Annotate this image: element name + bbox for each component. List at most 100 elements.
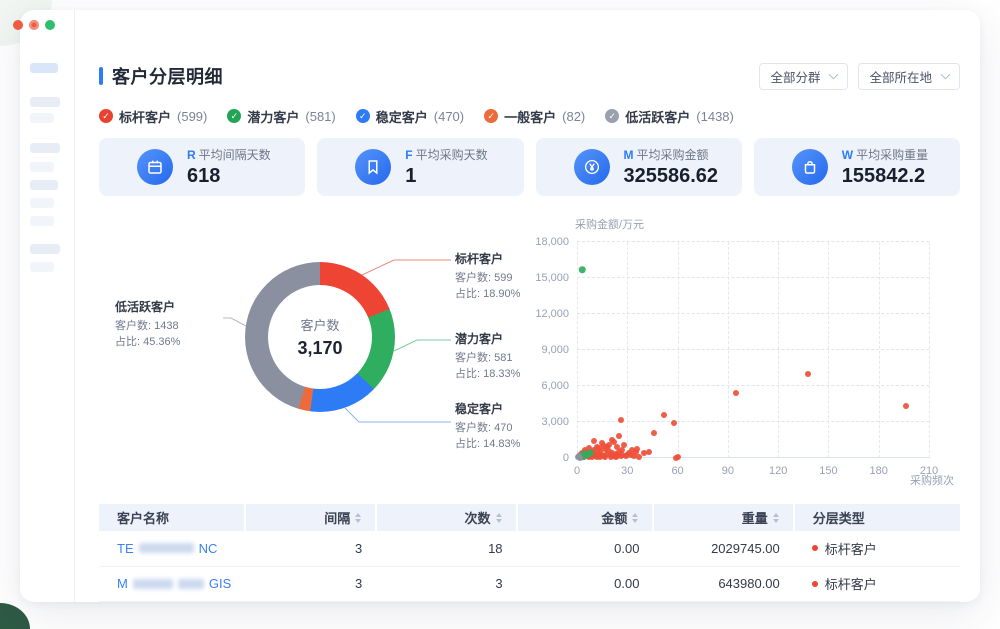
scatter-point xyxy=(651,430,657,436)
column-label: 客户名称 xyxy=(117,508,169,527)
y-axis-tick-label: 6,000 xyxy=(541,380,569,392)
gridline-horizontal xyxy=(577,313,929,314)
customer-table: 客户名称间隔次数金额重量分层类型 TENC3180.002029745.00标杆… xyxy=(99,504,960,602)
segment-type-badge: 标杆客户 xyxy=(812,574,960,593)
stat-value: 618 xyxy=(187,165,271,188)
scatter-point xyxy=(646,449,652,455)
stat-card-m: M平均采购金额325586.62 xyxy=(536,138,742,196)
table-header-3[interactable]: 次数 xyxy=(376,504,516,531)
legend-item-2[interactable]: ✓潜力客户(581) xyxy=(227,107,335,126)
y-axis-tick-label: 12,000 xyxy=(535,308,569,320)
sidebar-skeleton-item xyxy=(30,216,54,226)
sidebar-skeleton-item xyxy=(30,198,54,208)
charts-row: 客户数 3,170 标杆客户 客户数: 599 占比: 18.90% 潜力客户 … xyxy=(99,214,960,494)
x-axis-tick-label: 0 xyxy=(574,465,580,477)
legend-item-4[interactable]: ✓一般客户(82) xyxy=(484,107,585,126)
legend-count: (599) xyxy=(177,109,207,124)
legend-item-3[interactable]: ✓稳定客户(470) xyxy=(356,107,464,126)
stat-value: 155842.2 xyxy=(842,165,928,188)
scatter-y-axis-title: 采购金额/万元 xyxy=(575,216,644,232)
legend-item-1[interactable]: ✓标杆客户(599) xyxy=(99,107,207,126)
sidebar-skeleton-item xyxy=(30,162,54,172)
gridline-vertical xyxy=(828,242,829,458)
window-controls xyxy=(13,20,55,30)
legend-label: 潜力客户 xyxy=(247,107,299,126)
customer-name-text: GIS xyxy=(209,576,231,591)
stat-cards: R平均间隔天数618F平均采购天数1M平均采购金额325586.62W平均采购重… xyxy=(99,138,960,196)
gridline-vertical xyxy=(929,242,930,458)
customer-name-link[interactable]: TENC xyxy=(117,541,245,556)
chevron-down-icon xyxy=(829,70,839,80)
stat-label: R平均间隔天数 xyxy=(187,146,271,163)
gridline-vertical xyxy=(778,242,779,458)
location-filter-select[interactable]: 全部所在地 xyxy=(858,63,960,90)
app-window: 客户分层明细 全部分群 全部所在地 ✓标杆客户(599)✓潜力客户(581)✓稳… xyxy=(20,10,980,602)
stat-label: W平均采购重量 xyxy=(842,146,928,163)
stat-card-r: R平均间隔天数 618 xyxy=(99,138,305,196)
scatter-plot-area[interactable]: 03,0006,0009,00012,00015,00018,000030609… xyxy=(577,242,929,458)
sidebar-skeleton-item xyxy=(30,143,60,153)
scatter-point xyxy=(805,371,811,377)
table-header-6: 分层类型 xyxy=(794,504,960,531)
decor-bottom-left xyxy=(0,603,30,629)
check-circle-icon: ✓ xyxy=(99,109,113,123)
customer-name-link[interactable]: M GIS xyxy=(117,576,245,591)
segment-type-badge: 标杆客户 xyxy=(812,539,960,558)
scatter-point xyxy=(671,420,677,426)
scatter-point xyxy=(579,266,586,273)
gridline-vertical xyxy=(577,242,578,458)
scatter-point xyxy=(733,390,739,396)
title-accent-bar xyxy=(99,67,103,85)
donut-chart: 客户数 3,170 标杆客户 客户数: 599 占比: 18.90% 潜力客户 … xyxy=(99,214,539,494)
interval-cell: 3 xyxy=(245,531,376,566)
scatter-chart: 采购金额/万元 03,0006,0009,00012,00015,00018,0… xyxy=(539,214,960,494)
sort-caret-icon[interactable] xyxy=(632,513,638,523)
check-circle-icon: ✓ xyxy=(356,109,370,123)
gridline-horizontal xyxy=(577,277,929,278)
window-minimize-button[interactable] xyxy=(29,20,39,30)
legend-count: (82) xyxy=(562,109,585,124)
scatter-x-axis-title: 采购频次 xyxy=(910,472,954,488)
gridline-vertical xyxy=(879,242,880,458)
check-circle-icon: ✓ xyxy=(484,109,498,123)
table-header-4[interactable]: 金额 xyxy=(517,504,654,531)
gridline-horizontal xyxy=(577,385,929,386)
filter-bar: 全部分群 全部所在地 xyxy=(759,63,960,90)
sort-caret-icon[interactable] xyxy=(773,513,779,523)
sort-caret-icon[interactable] xyxy=(496,513,502,523)
check-circle-icon: ✓ xyxy=(227,109,241,123)
legend-label: 稳定客户 xyxy=(376,107,428,126)
sort-caret-icon[interactable] xyxy=(355,513,361,523)
column-label: 间隔 xyxy=(324,508,350,527)
y-axis-tick-label: 9,000 xyxy=(541,344,569,356)
gridline-vertical xyxy=(728,242,729,458)
window-zoom-button[interactable] xyxy=(45,20,55,30)
gridline-horizontal xyxy=(577,421,929,422)
column-label: 重量 xyxy=(742,508,768,527)
yen-circle-icon xyxy=(574,149,610,185)
customer-name-text: TE xyxy=(117,541,134,556)
donut-ring[interactable]: 客户数 3,170 xyxy=(245,262,395,412)
table-row: MGIS330.00643980.00标杆客户 xyxy=(99,566,960,601)
gridline-vertical xyxy=(678,242,679,458)
scatter-point xyxy=(621,442,627,448)
sidebar-skeleton-item xyxy=(30,262,54,272)
redacted-text xyxy=(178,579,204,589)
legend: ✓标杆客户(599)✓潜力客户(581)✓稳定客户(470)✓一般客户(82)✓… xyxy=(99,107,960,125)
stat-label: F平均采购天数 xyxy=(405,146,487,163)
customer-name-text: M xyxy=(117,576,128,591)
group-filter-select[interactable]: 全部分群 xyxy=(759,63,848,90)
scatter-point xyxy=(673,455,679,461)
page-background: 客户分层明细 全部分群 全部所在地 ✓标杆客户(599)✓潜力客户(581)✓稳… xyxy=(0,0,1000,629)
window-close-button[interactable] xyxy=(13,20,23,30)
y-axis-tick-label: 3,000 xyxy=(541,416,569,428)
bag-icon xyxy=(792,149,828,185)
calendar-icon xyxy=(137,149,173,185)
legend-count: (1438) xyxy=(696,109,734,124)
table-header-5[interactable]: 重量 xyxy=(653,504,793,531)
column-label: 金额 xyxy=(601,508,627,527)
table-header-2[interactable]: 间隔 xyxy=(245,504,376,531)
sidebar-skeleton-item xyxy=(30,97,60,107)
legend-item-5[interactable]: ✓低活跃客户(1438) xyxy=(605,107,734,126)
redacted-text xyxy=(139,543,194,553)
